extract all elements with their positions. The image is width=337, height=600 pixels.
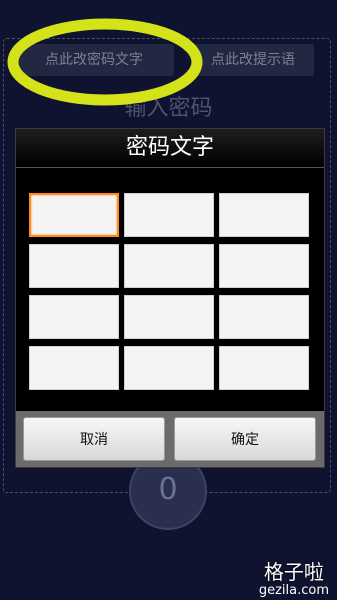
watermark-en: gezila.com: [258, 583, 329, 598]
watermark-cn: 格子啦: [263, 560, 324, 584]
highlight-ellipse: [7, 18, 203, 106]
dialog-footer: 取消 确定: [16, 411, 324, 467]
text-cell[interactable]: [124, 346, 214, 390]
text-cell[interactable]: [29, 295, 119, 339]
ok-button[interactable]: 确定: [174, 417, 316, 461]
cancel-button[interactable]: 取消: [23, 417, 165, 461]
text-cell[interactable]: [29, 346, 119, 390]
watermark-logo: 格子啦 gezila.com: [259, 560, 329, 598]
text-cell[interactable]: [219, 193, 309, 237]
text-cell[interactable]: [124, 295, 214, 339]
dialog-title: 密码文字: [16, 129, 324, 168]
input-grid: [29, 193, 309, 390]
text-cell[interactable]: [124, 193, 214, 237]
text-cell[interactable]: [124, 244, 214, 288]
text-cell[interactable]: [219, 346, 309, 390]
text-cell[interactable]: [29, 244, 119, 288]
text-cell[interactable]: [219, 295, 309, 339]
password-text-dialog: 密码文字 取消 确定: [15, 128, 325, 468]
text-cell[interactable]: [29, 193, 119, 237]
text-cell[interactable]: [219, 244, 309, 288]
